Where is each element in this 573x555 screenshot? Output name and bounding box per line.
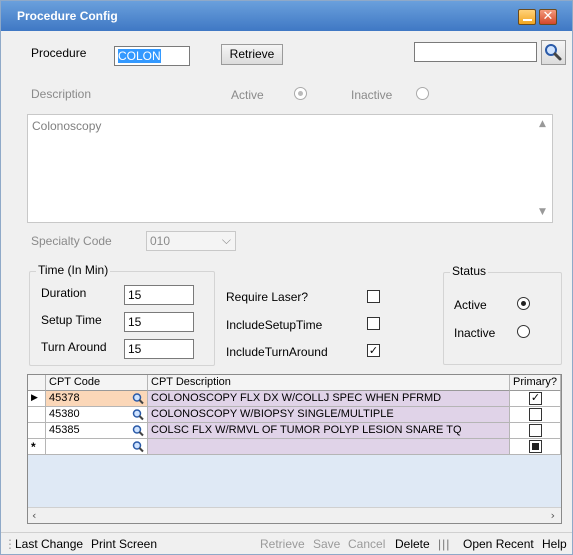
table-row[interactable]: ▶ 45378 COLONOSCOPY FLX DX W/COLLJ SPEC …	[28, 391, 561, 407]
cpt-description-cell[interactable]: COLONOSCOPY W/BIOPSY SINGLE/MULTIPLE	[148, 407, 510, 423]
help-button[interactable]: Help	[542, 537, 567, 551]
lookup-icon[interactable]	[131, 392, 145, 405]
cpt-code-cell[interactable]: 45385	[46, 423, 148, 439]
include-setup-time-label: IncludeSetupTime	[226, 318, 323, 332]
grid-horizontal-scrollbar[interactable]: ‹ ›	[28, 507, 561, 523]
specialty-code-value: 010	[150, 234, 171, 248]
new-row-asterisk-icon: *	[28, 439, 46, 455]
cpt-description-cell[interactable]: COLSC FLX W/RMVL OF TUMOR POLYP LESION S…	[148, 423, 510, 439]
separator: |||	[438, 537, 451, 551]
lookup-icon[interactable]	[131, 408, 145, 421]
include-turn-around-checkbox[interactable]: ✓	[367, 344, 380, 357]
table-row[interactable]: 45385 COLSC FLX W/RMVL OF TUMOR POLYP LE…	[28, 423, 561, 439]
window-title: Procedure Config	[17, 9, 118, 23]
setup-time-label: Setup Time	[41, 313, 102, 327]
time-group-caption: Time (In Min)	[36, 263, 111, 277]
require-laser-checkbox[interactable]	[367, 290, 380, 303]
specialty-code-select[interactable]: 010 ⌵	[146, 231, 236, 251]
description-inactive-label: Inactive	[351, 88, 393, 102]
primary-cell[interactable]	[510, 407, 561, 423]
grid-corner-header	[28, 375, 46, 391]
status-inactive-label: Inactive	[454, 326, 496, 340]
retrieve-button[interactable]: Retrieve	[221, 44, 283, 65]
turn-around-label: Turn Around	[41, 340, 107, 354]
cpt-code-value: 45385	[49, 424, 80, 436]
cpt-grid: CPT Code CPT Description Primary? ▶ 4537…	[27, 374, 562, 524]
magnifier-icon	[545, 44, 562, 61]
specialty-code-label: Specialty Code	[31, 234, 112, 248]
search-button[interactable]	[541, 40, 566, 65]
description-label: Description	[31, 87, 92, 101]
current-row-indicator-icon: ▶	[28, 391, 46, 407]
scroll-left-icon[interactable]: ‹	[32, 509, 36, 522]
status-group: Status	[443, 264, 562, 365]
close-button[interactable]: ✕	[539, 9, 557, 25]
bottom-toolbar: ⋮ Last Change Print Screen Retrieve Save…	[1, 532, 572, 554]
cpt-code-cell[interactable]	[46, 439, 148, 455]
setup-time-input[interactable]: 15	[124, 312, 194, 332]
procedure-value: COLON	[118, 49, 161, 63]
minimize-button[interactable]	[518, 9, 536, 25]
primary-cell[interactable]	[510, 423, 561, 439]
retrieve-toolbar-button[interactable]: Retrieve	[260, 537, 305, 551]
column-header-primary[interactable]: Primary?	[510, 375, 561, 391]
row-header	[28, 407, 46, 423]
include-setup-time-checkbox[interactable]	[367, 317, 380, 330]
print-screen-button[interactable]: Print Screen	[91, 537, 157, 551]
scroll-right-icon[interactable]: ›	[551, 509, 555, 522]
cpt-code-cell[interactable]: 45378	[46, 391, 148, 407]
description-active-label: Active	[231, 88, 264, 102]
primary-checkbox[interactable]: ✓	[529, 392, 542, 405]
turn-around-input[interactable]: 15	[124, 339, 194, 359]
save-button[interactable]: Save	[313, 537, 340, 551]
cancel-button[interactable]: Cancel	[348, 537, 385, 551]
procedure-config-window: Procedure Config ✕ Procedure COLON Retri…	[0, 0, 573, 555]
status-inactive-radio[interactable]	[517, 325, 530, 338]
description-scrollbar[interactable]: ▲ ▼	[535, 115, 552, 222]
new-row[interactable]: *	[28, 439, 561, 455]
scroll-up-icon[interactable]: ▲	[539, 119, 546, 129]
cpt-code-value: 45378	[49, 392, 80, 404]
last-change-button[interactable]: Last Change	[15, 537, 83, 551]
primary-cell[interactable]: ✓	[510, 391, 561, 407]
duration-input[interactable]: 15	[124, 285, 194, 305]
cpt-description-cell[interactable]	[148, 439, 510, 455]
primary-cell[interactable]	[510, 439, 561, 455]
primary-checkbox[interactable]	[529, 424, 542, 437]
cpt-code-value: 45380	[49, 408, 80, 420]
status-active-radio[interactable]	[517, 297, 530, 310]
title-bar: Procedure Config ✕	[1, 1, 572, 31]
search-input[interactable]	[414, 42, 537, 62]
require-laser-label: Require Laser?	[226, 290, 309, 304]
table-row[interactable]: 45380 COLONOSCOPY W/BIOPSY SINGLE/MULTIP…	[28, 407, 561, 423]
description-inactive-radio[interactable]	[416, 87, 429, 100]
column-header-cpt-description[interactable]: CPT Description	[148, 375, 510, 391]
lookup-icon[interactable]	[131, 440, 145, 453]
column-header-cpt-code[interactable]: CPT Code	[46, 375, 148, 391]
status-group-caption: Status	[450, 264, 489, 278]
delete-button[interactable]: Delete	[395, 537, 430, 551]
scroll-down-icon[interactable]: ▼	[539, 207, 546, 217]
lookup-icon[interactable]	[131, 424, 145, 437]
description-active-radio[interactable]	[294, 87, 307, 100]
procedure-input[interactable]: COLON	[114, 46, 190, 66]
cpt-description-cell[interactable]: COLONOSCOPY FLX DX W/COLLJ SPEC WHEN PFR…	[148, 391, 510, 407]
primary-checkbox[interactable]	[529, 408, 542, 421]
row-header	[28, 423, 46, 439]
duration-label: Duration	[41, 286, 87, 300]
open-recent-button[interactable]: Open Recent	[463, 537, 534, 551]
cpt-code-cell[interactable]: 45380	[46, 407, 148, 423]
primary-checkbox-indeterminate[interactable]	[529, 440, 542, 453]
status-active-label: Active	[454, 298, 487, 312]
description-text: Colonoscopy	[32, 119, 102, 133]
chevron-down-icon: ⌵	[221, 233, 231, 247]
description-textarea[interactable]: Colonoscopy ▲ ▼	[27, 114, 553, 223]
include-turn-around-label: IncludeTurnAround	[226, 345, 328, 359]
procedure-label: Procedure	[31, 46, 87, 60]
